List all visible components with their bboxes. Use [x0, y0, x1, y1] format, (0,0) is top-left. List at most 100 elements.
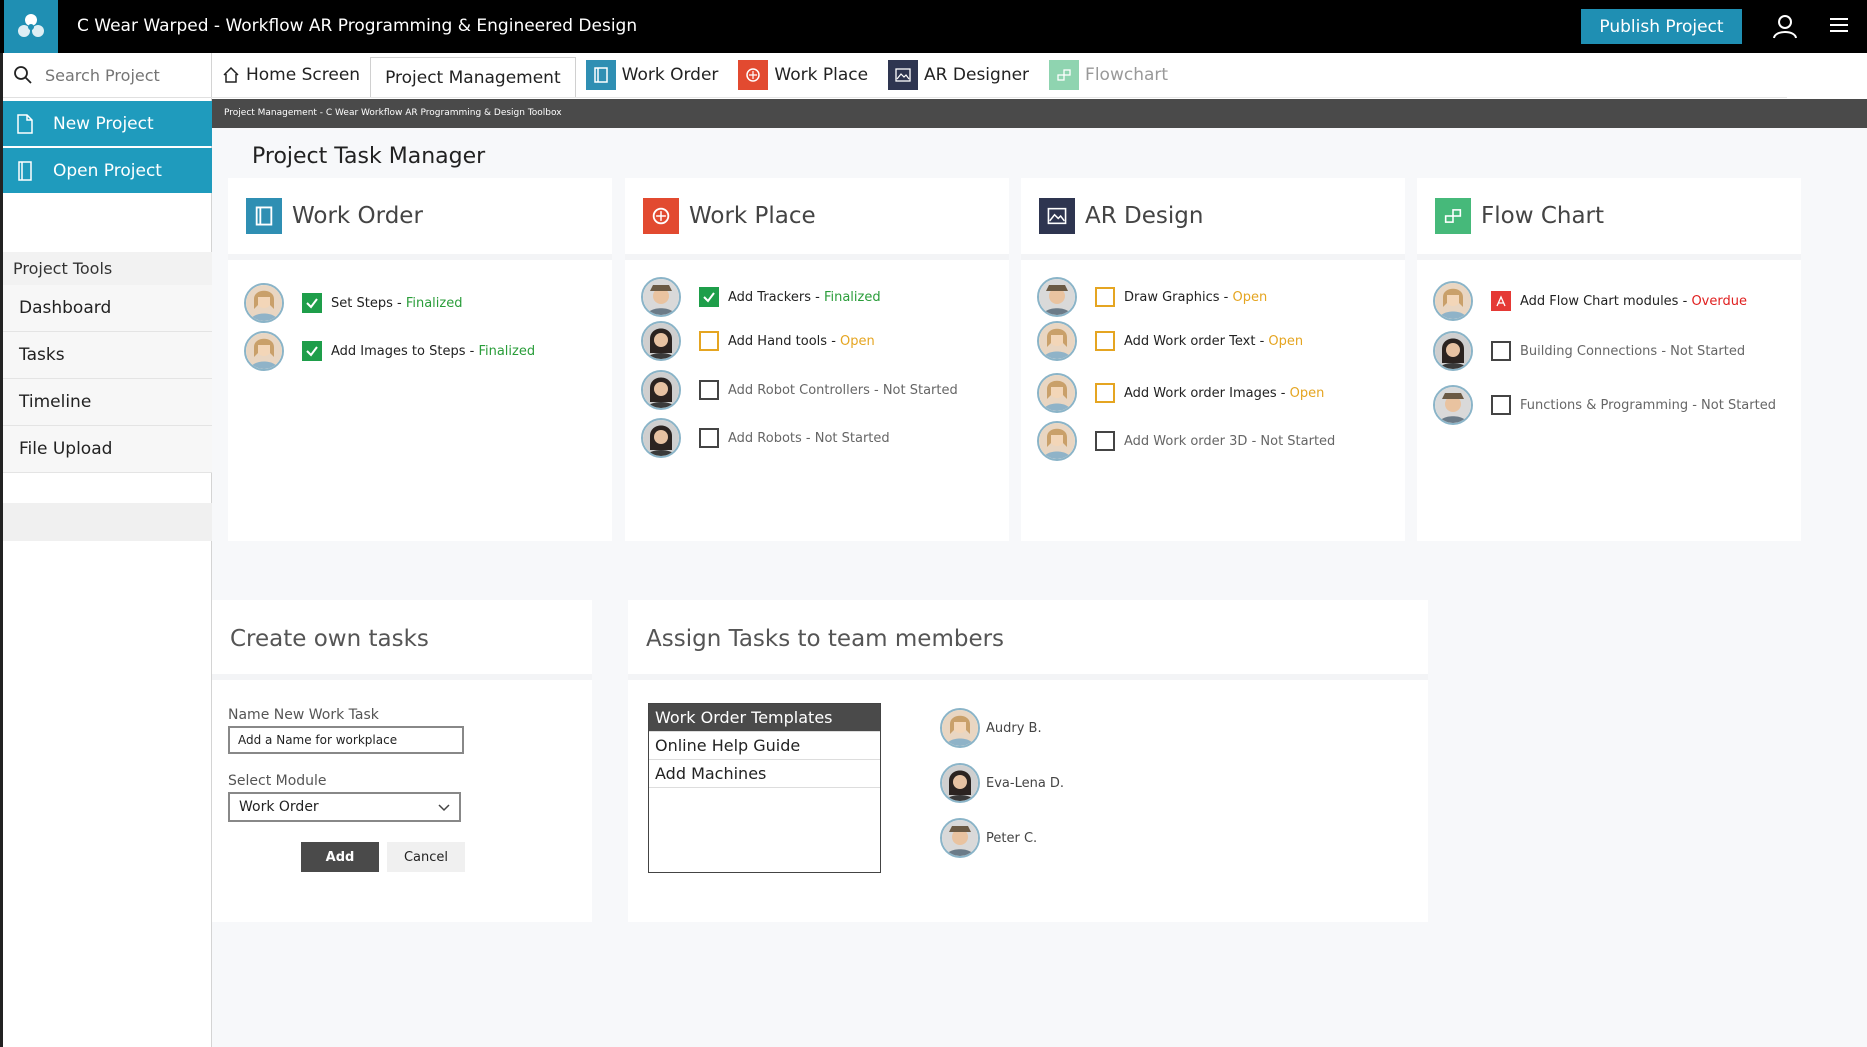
task-item[interactable]: Building Connections - Not Started: [1433, 331, 1745, 371]
team-member[interactable]: Peter C.: [940, 818, 1037, 858]
checkbox-empty-icon[interactable]: [1491, 395, 1511, 415]
new-project-button[interactable]: New Project: [3, 101, 212, 146]
tab-project-management-label: Project Management: [385, 67, 561, 88]
add-task-button[interactable]: Add: [301, 842, 379, 872]
checkbox-empty-icon[interactable]: [1095, 431, 1115, 451]
tab-home-screen[interactable]: Home Screen: [212, 53, 370, 97]
sidebar-item-tasks[interactable]: Tasks: [3, 332, 212, 379]
template-item[interactable]: Work Order Templates: [649, 704, 880, 732]
task-status: Open: [840, 333, 875, 349]
tab-work-place[interactable]: Work Place: [728, 53, 878, 97]
sidebar-item-file-upload[interactable]: File Upload: [3, 426, 212, 473]
task-name: Add Images to Steps: [331, 343, 466, 359]
avatar: [641, 370, 681, 410]
tab-work-place-label: Work Place: [774, 65, 869, 85]
task-item[interactable]: Add Work order Images - Open: [1037, 373, 1324, 413]
document-icon: [17, 113, 33, 134]
task-status: Finalized: [478, 343, 536, 359]
task-separator: -: [810, 289, 824, 305]
status-open-icon[interactable]: [1095, 331, 1115, 351]
task-item[interactable]: Add Images to Steps - Finalized: [244, 331, 535, 371]
task-item[interactable]: Add Robot Controllers - Not Started: [641, 370, 958, 410]
task-status: Open: [1268, 333, 1304, 349]
checkbox-checked-icon[interactable]: [302, 293, 322, 313]
work-place-card-header: Work Place: [625, 178, 1009, 260]
task-name-input[interactable]: [228, 726, 464, 754]
template-item[interactable]: Online Help Guide: [649, 732, 880, 760]
breadcrumb: Project Management - C Wear Workflow AR …: [212, 99, 1867, 128]
task-item[interactable]: Functions & Programming - Not Started: [1433, 385, 1776, 425]
page-title: Project Task Manager: [252, 144, 486, 169]
task-status: Finalized: [405, 295, 463, 311]
module-select-value: Work Order: [239, 799, 319, 815]
task-template-list[interactable]: Work Order Templates Online Help Guide A…: [648, 703, 881, 873]
sidebar-item-dashboard[interactable]: Dashboard: [3, 285, 212, 332]
publish-project-button[interactable]: Publish Project: [1581, 9, 1742, 44]
team-member[interactable]: Eva-Lena D.: [940, 763, 1064, 803]
task-item[interactable]: Add Work order 3D - Not Started: [1037, 421, 1335, 461]
main-content: Project Task Manager Work Order Set Step…: [212, 128, 1867, 1047]
pdf-icon[interactable]: [1491, 291, 1511, 311]
search-project-input[interactable]: [43, 64, 203, 86]
task-item[interactable]: Add Trackers - Finalized: [641, 277, 881, 317]
status-open-icon[interactable]: [699, 331, 719, 351]
open-project-button[interactable]: Open Project: [3, 148, 212, 193]
status-open-icon[interactable]: [1095, 383, 1115, 403]
task-name: Add Trackers: [728, 289, 811, 305]
tab-ar-designer[interactable]: AR Designer: [878, 53, 1039, 97]
title-bar: C Wear Warped - Workflow AR Programming …: [0, 0, 1867, 53]
task-name: Building Connections - Not Started: [1520, 343, 1746, 359]
template-item[interactable]: Add Machines: [649, 760, 880, 788]
work-order-card: Work Order Set Steps - Finalized Add Ima…: [228, 178, 612, 541]
ar-designer-icon: [888, 60, 919, 90]
task-name: Add Work order 3D - Not Started: [1124, 433, 1336, 449]
work-place-icon: [738, 60, 769, 90]
checkbox-empty-icon[interactable]: [1491, 341, 1511, 361]
ar-design-card-title: AR Design: [1085, 203, 1204, 229]
task-item[interactable]: Add Robots - Not Started: [641, 418, 890, 458]
name-task-label: Name New Work Task: [228, 707, 379, 723]
cancel-button[interactable]: Cancel: [387, 842, 465, 872]
task-item[interactable]: Set Steps - Finalized: [244, 283, 462, 323]
ar-design-card-header: AR Design: [1021, 178, 1405, 260]
search-icon: [14, 66, 32, 84]
checkbox-checked-icon[interactable]: [302, 341, 322, 361]
avatar: [940, 818, 980, 858]
app-title: C Wear Warped - Workflow AR Programming …: [77, 16, 638, 36]
checkbox-empty-icon[interactable]: [699, 380, 719, 400]
user-icon[interactable]: [1772, 13, 1798, 39]
task-name: Draw Graphics: [1124, 289, 1220, 305]
checkbox-empty-icon[interactable]: [699, 428, 719, 448]
avatar: [1433, 331, 1473, 371]
hamburger-menu-icon[interactable]: [1828, 15, 1850, 35]
work-order-icon: [585, 60, 616, 90]
ar-designer-icon: [1039, 198, 1075, 234]
task-status: Finalized: [823, 289, 881, 305]
search-row: [3, 53, 212, 98]
tab-work-order[interactable]: Work Order: [576, 53, 729, 97]
task-name: Add Work order Text: [1124, 333, 1256, 349]
avatar: [641, 321, 681, 361]
avatar: [244, 283, 284, 323]
avatar: [641, 277, 681, 317]
task-item[interactable]: Add Hand tools - Open: [641, 321, 875, 361]
task-item[interactable]: Draw Graphics - Open: [1037, 277, 1267, 317]
project-tools-list: Dashboard Tasks Timeline File Upload: [3, 285, 212, 473]
checkbox-checked-icon[interactable]: [699, 287, 719, 307]
tab-flowchart[interactable]: Flowchart: [1039, 53, 1178, 97]
tab-project-management[interactable]: Project Management: [370, 57, 576, 97]
work-place-card: Work Place Add Trackers - Finalized Add …: [625, 178, 1009, 541]
status-open-icon[interactable]: [1095, 287, 1115, 307]
task-item[interactable]: Add Work order Text - Open: [1037, 321, 1303, 361]
task-item[interactable]: Add Flow Chart modules - Overdue: [1433, 281, 1747, 321]
module-select[interactable]: Work Order: [228, 792, 461, 822]
sidebar-item-timeline[interactable]: Timeline: [3, 379, 212, 426]
module-tabs: Home Screen Project Management Work Orde…: [212, 53, 1787, 98]
team-member[interactable]: Audry B.: [940, 708, 1042, 748]
work-order-icon: [246, 198, 282, 234]
tab-home-label: Home Screen: [246, 65, 361, 85]
avatar: [940, 763, 980, 803]
app-logo[interactable]: [4, 0, 58, 53]
open-book-icon: [18, 160, 32, 181]
member-name: Audry B.: [986, 720, 1042, 736]
